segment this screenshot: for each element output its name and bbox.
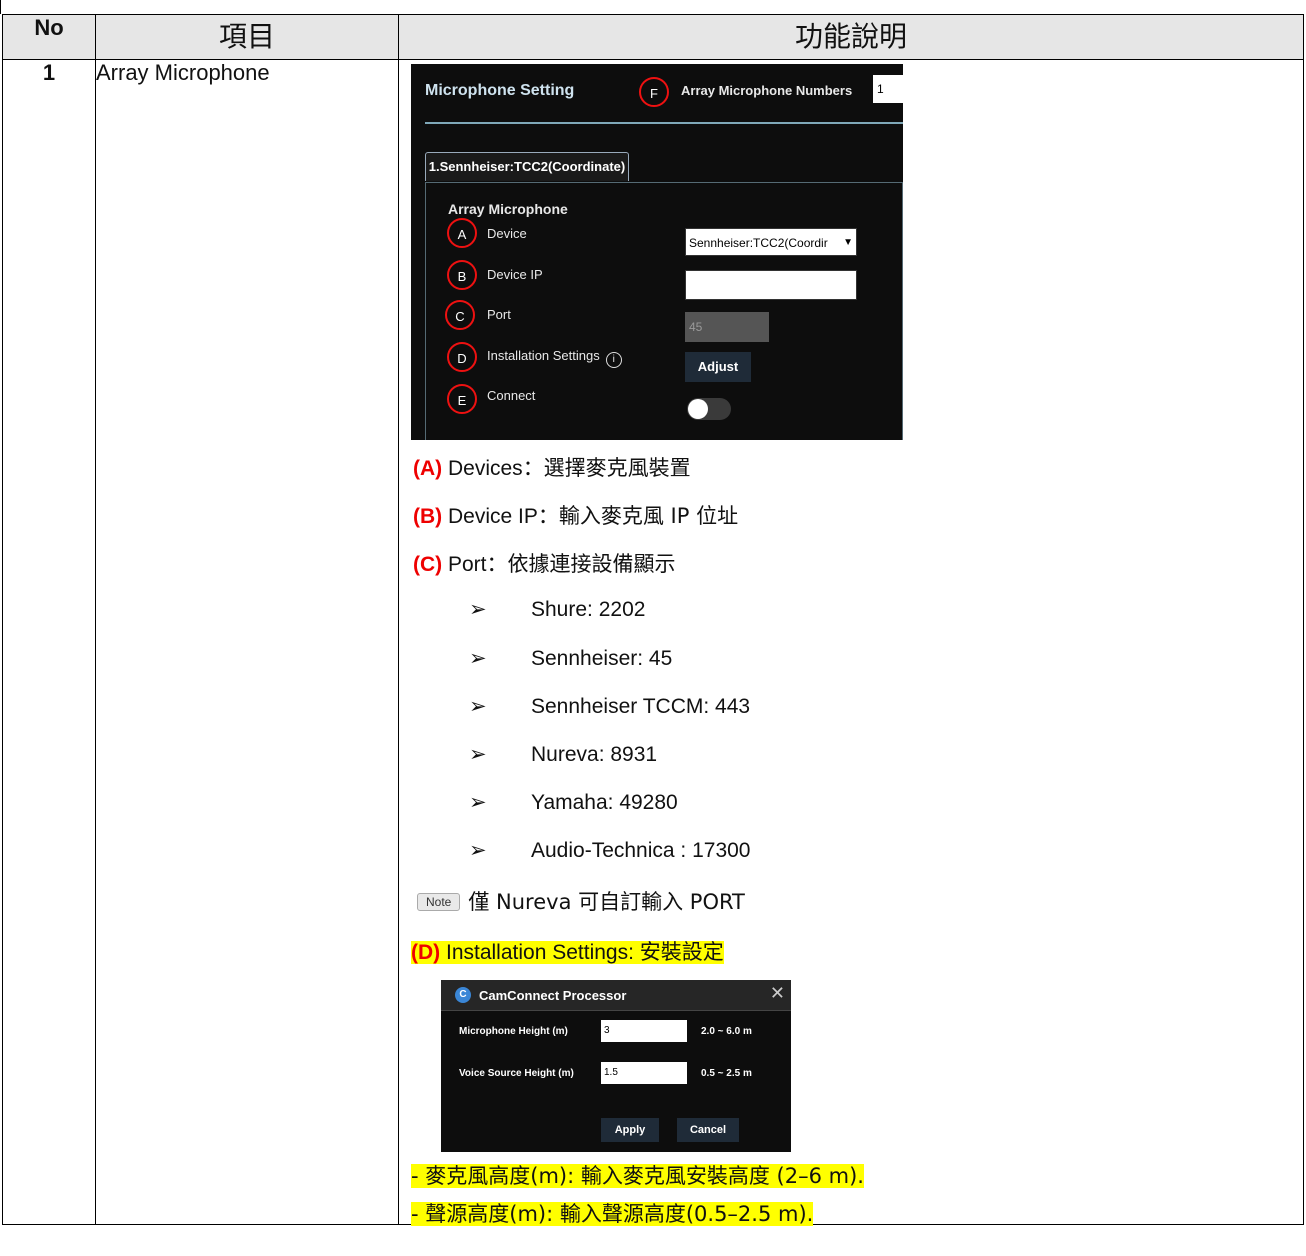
function-table: No 項目 功能說明 1 Array Microphone Microphone… xyxy=(2,14,1304,1228)
table-header-row: No 項目 功能說明 xyxy=(2,14,1304,60)
array-numbers-input[interactable]: 1 xyxy=(873,75,903,103)
mic-height-text: - 麥克風高度(m): 輸入麥克風安裝高度 (2–6 m). xyxy=(411,1164,864,1188)
voice-height-text: - 聲源高度(m): 輸入聲源高度(0.5–2.5 m). xyxy=(411,1202,814,1226)
cjk-c: ：依據連接設備顯示 xyxy=(486,552,676,576)
marker-e: E xyxy=(447,384,477,414)
marker-c: C xyxy=(445,300,475,330)
dialog-title: CamConnect Processor xyxy=(479,988,627,1003)
port-label: Port xyxy=(487,307,511,322)
installation-settings-text: Installation Settings xyxy=(487,348,600,363)
voice-height-description: - 聲源高度(m): 輸入聲源高度(0.5–2.5 m). xyxy=(411,1198,814,1228)
tag-a: (A) xyxy=(413,457,443,480)
marker-d: D xyxy=(447,342,477,372)
array-numbers-label: Array Microphone Numbers xyxy=(681,83,853,98)
text-a: Devices xyxy=(442,457,523,480)
tag-b: (B) xyxy=(413,505,443,528)
device-label: Device xyxy=(487,226,527,241)
list-item: ➢ Audio-Technica : 17300 xyxy=(469,838,751,863)
info-icon[interactable]: i xyxy=(605,352,622,368)
row-item: Array Microphone xyxy=(95,59,399,1225)
device-ip-input[interactable] xyxy=(685,270,857,300)
desc-line-d: (D) Installation Settings: 安裝設定 xyxy=(411,936,724,966)
camconnect-logo-icon: C xyxy=(455,987,471,1003)
device-select-value: Sennheiser:TCC2(Coordir xyxy=(689,236,828,250)
arrow-bullet-icon: ➢ xyxy=(469,743,487,766)
row-number: 1 xyxy=(2,59,96,1225)
header-description: 功能說明 xyxy=(398,14,1304,60)
microphone-setting-screenshot: Microphone Setting F Array Microphone Nu… xyxy=(411,64,903,440)
cjk-b: ：輸入麥克風 IP 位址 xyxy=(537,504,739,528)
arrow-bullet-icon: ➢ xyxy=(469,839,487,862)
microphone-setting-title: Microphone Setting xyxy=(425,82,575,99)
port-entry: Nureva: 8931 xyxy=(531,743,658,766)
text-b: Device IP xyxy=(442,505,538,528)
voice-height-range: 0.5 ~ 2.5 m xyxy=(701,1068,752,1079)
header-item: 項目 xyxy=(95,14,399,60)
marker-f: F xyxy=(639,77,669,107)
connect-toggle[interactable] xyxy=(687,398,731,420)
list-item: ➢ Sennheiser: 45 xyxy=(469,646,672,671)
port-input[interactable]: 45 xyxy=(685,312,769,342)
panel-title: Array Microphone xyxy=(448,201,568,217)
text-d: Installation Settings: xyxy=(440,941,640,964)
port-entry: Sennheiser: 45 xyxy=(531,647,673,670)
voice-height-input[interactable]: 1.5 xyxy=(601,1062,687,1084)
arrow-bullet-icon: ➢ xyxy=(469,598,487,621)
port-entry: Sennheiser TCCM: 443 xyxy=(531,695,751,718)
note-line: Note 僅 Nureva 可自訂輸入 PORT xyxy=(417,886,745,916)
desc-line-a: (A) Devices：選擇麥克風裝置 xyxy=(413,452,691,482)
mic-height-input[interactable]: 3 xyxy=(601,1020,687,1042)
tab-sennheiser-tcc2[interactable]: 1.Sennheiser:TCC2(Coordinate) xyxy=(425,152,629,181)
voice-height-label: Voice Source Height (m) xyxy=(459,1068,574,1079)
marker-b: B xyxy=(447,260,477,290)
connect-label: Connect xyxy=(487,388,536,403)
page-left-rule xyxy=(0,0,1,14)
desc-line-c: (C) Port：依據連接設備顯示 xyxy=(413,548,676,578)
mic-height-description: - 麥克風高度(m): 輸入麥克風安裝高度 (2–6 m). xyxy=(411,1160,864,1190)
list-item: ➢ Yamaha: 49280 xyxy=(469,790,678,815)
desc-line-b: (B) Device IP：輸入麥克風 IP 位址 xyxy=(413,500,738,530)
cancel-button[interactable]: Cancel xyxy=(677,1118,739,1142)
mic-height-range: 2.0 ~ 6.0 m xyxy=(701,1026,752,1037)
text-c: Port xyxy=(442,553,487,576)
cjk-d: 安裝設定 xyxy=(639,940,724,964)
chevron-down-icon: ▼ xyxy=(843,237,853,248)
port-entry: Audio-Technica : 17300 xyxy=(531,839,751,862)
toggle-knob xyxy=(688,399,708,419)
header-no: No xyxy=(2,14,96,60)
list-item: ➢ Sennheiser TCCM: 443 xyxy=(469,694,750,719)
row-description: Microphone Setting F Array Microphone Nu… xyxy=(398,59,1304,1228)
apply-button[interactable]: Apply xyxy=(601,1118,659,1142)
arrow-bullet-icon: ➢ xyxy=(469,791,487,814)
table-row: 1 Array Microphone Microphone Setting F … xyxy=(2,59,1304,1228)
tag-c: (C) xyxy=(413,553,443,576)
tag-d: (D) xyxy=(411,941,441,964)
note-badge: Note xyxy=(417,893,461,911)
device-select[interactable]: Sennheiser:TCC2(Coordir ▼ xyxy=(685,228,857,256)
adjust-button[interactable]: Adjust xyxy=(685,352,751,382)
arrow-bullet-icon: ➢ xyxy=(469,695,487,718)
list-item: ➢ Shure: 2202 xyxy=(469,597,645,622)
marker-a: A xyxy=(447,218,477,248)
close-icon[interactable]: ✕ xyxy=(770,983,785,1004)
dialog-titlebar: C CamConnect Processor ✕ xyxy=(441,980,791,1011)
mic-height-label: Microphone Height (m) xyxy=(459,1026,568,1037)
port-entry: Shure: 2202 xyxy=(531,598,646,621)
list-item: ➢ Nureva: 8931 xyxy=(469,742,657,767)
port-entry: Yamaha: 49280 xyxy=(531,791,678,814)
cjk-a: ：選擇麥克風裝置 xyxy=(522,456,691,480)
note-text: 僅 Nureva 可自訂輸入 PORT xyxy=(468,890,745,914)
device-ip-label: Device IP xyxy=(487,267,543,282)
installation-settings-label: Installation Settings i xyxy=(487,348,622,368)
camconnect-dialog-screenshot: C CamConnect Processor ✕ Microphone Heig… xyxy=(441,980,791,1152)
arrow-bullet-icon: ➢ xyxy=(469,647,487,670)
header-divider xyxy=(425,122,903,124)
